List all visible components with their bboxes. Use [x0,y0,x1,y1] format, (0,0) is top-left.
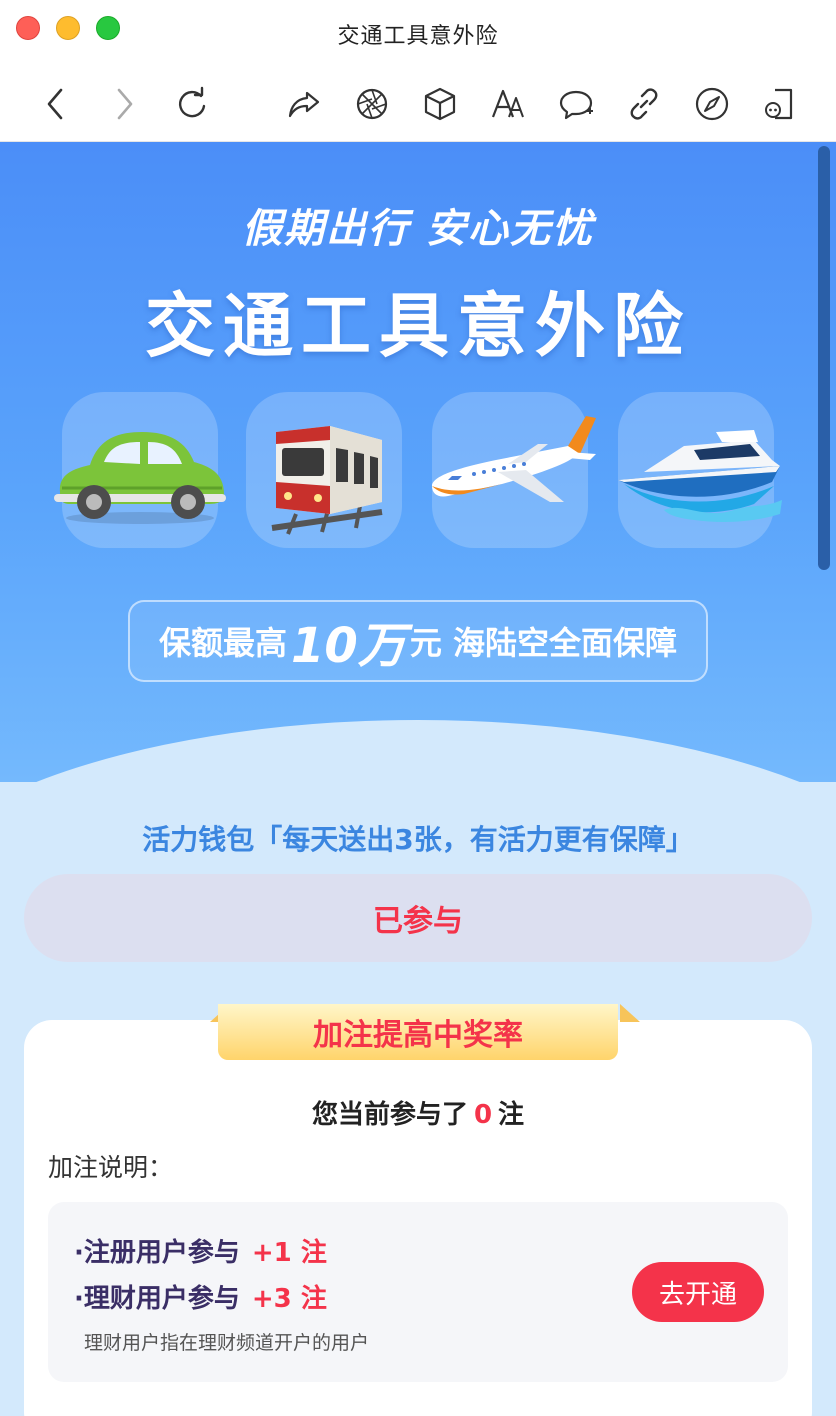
coverage-suffix: 元 海陆空全面保障 [409,624,677,662]
rule-label: ·注册用户参与 [74,1238,240,1268]
count-prefix: 您当前参与了 [311,1100,468,1130]
rule-wealth-user: ·理财用户参与 +3 注 [74,1278,327,1315]
count-suffix: 注 [498,1100,525,1130]
rule-note: 理财用户指在理财频道开户的用户 [84,1332,370,1354]
comment-button[interactable] [552,80,600,128]
vehicle-boat-tile [618,392,782,548]
forward-icon [117,88,133,120]
window-titlebar: 交通工具意外险 [0,0,836,66]
hero-banner: 假期出行 安心无忧 交通工具意外险 保额最高 10万 元 海陆空全面保障 [0,142,836,782]
font-size-button[interactable] [484,80,532,128]
phone-icon [765,88,793,120]
airplane-icon [432,416,596,502]
mini-program-button[interactable] [756,80,804,128]
3d-button[interactable] [416,80,464,128]
vehicle-airplane-tile [432,392,596,548]
aperture-icon [356,88,388,120]
boat-icon [618,430,782,522]
participation-count: 您当前参与了 0 注 [24,1094,812,1131]
bonus-card: 加注提高中奖率 您当前参与了 0 注 加注说明： ·注册用户参与 +1 注 ·理财用户… [24,1004,812,1416]
open-account-button[interactable]: 去开通 [632,1262,764,1322]
rule-registered-user: ·注册用户参与 +1 注 [74,1232,327,1269]
scrollbar[interactable] [818,146,830,570]
coverage-banner: 保额最高 10万 元 海陆空全面保障 [128,600,708,682]
rule-label: ·理财用户参与 [74,1284,240,1314]
forward-button[interactable] [100,80,148,128]
font-size-icon [491,89,524,118]
vehicle-car-tile [54,392,226,548]
rules-box: ·注册用户参与 +1 注 ·理财用户参与 +3 注 理财用户指在理财频道开户的用户 … [48,1202,788,1382]
page-content[interactable]: 假期出行 安心无忧 交通工具意外险 保额最高 10万 元 海陆空全面保障 活力钱… [0,142,836,1416]
rule-bonus: +3 注 [251,1284,327,1314]
car-icon [54,432,226,524]
bonus-ribbon-title: 加注提高中奖率 [218,1004,618,1060]
train-icon [271,426,383,535]
reload-icon [178,86,206,118]
safari-button[interactable] [688,80,736,128]
link-icon [630,88,658,120]
back-button[interactable] [32,80,80,128]
vehicle-train-tile [246,392,402,548]
cube-icon [424,87,456,121]
rule-bonus: +1 注 [251,1238,327,1268]
share-button[interactable] [280,80,328,128]
hero-slogan: 假期出行 安心无忧 [242,206,594,252]
toolbar [0,66,836,142]
chat-icon [559,90,593,120]
capture-button[interactable] [348,80,396,128]
window-title: 交通工具意外险 [337,24,499,49]
back-icon [47,88,63,120]
wallet-promo-text: 活力钱包「每天送出3张，有活力更有保障」 [142,823,694,856]
explain-label: 加注说明： [48,1153,174,1182]
count-value: 0 [473,1100,493,1130]
copy-link-button[interactable] [620,80,668,128]
compass-icon [695,87,729,121]
reload-button[interactable] [168,80,216,128]
hero-title: 交通工具意外险 [145,285,691,367]
joined-button[interactable]: 已参与 [24,874,812,962]
coverage-prefix: 保额最高 [159,624,288,662]
share-icon [288,91,320,118]
coverage-amount: 10万 [291,618,406,674]
